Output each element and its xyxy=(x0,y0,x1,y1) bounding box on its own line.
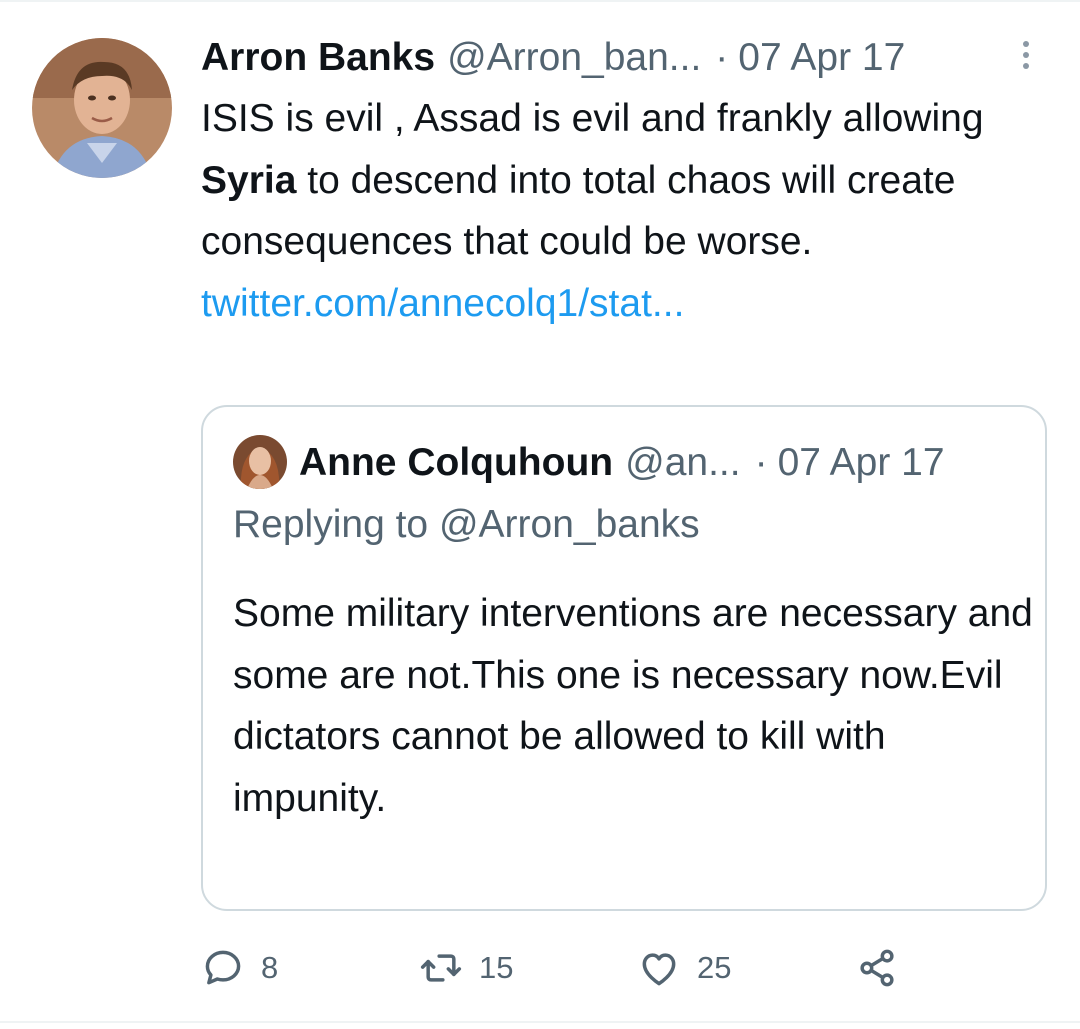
more-vertical-icon[interactable] xyxy=(1014,38,1038,78)
reply-button[interactable]: 8 xyxy=(201,940,278,996)
tweet-actions: 8 15 25 xyxy=(201,940,1001,996)
retweet-arrows-icon xyxy=(420,954,462,982)
quoted-tweet-text: Some military interventions are necessar… xyxy=(233,592,1033,820)
like-button[interactable]: 25 xyxy=(637,940,731,996)
speech-bubble-icon xyxy=(205,950,241,985)
quoted-tweet-header: Anne Colquhoun @an... · 07 Apr 17 xyxy=(299,435,1039,491)
quoted-replying-to: Replying to @Arron_banks xyxy=(233,503,700,546)
author-handle[interactable]: @Arron_ban... xyxy=(447,36,701,80)
quoted-tweet-date: 07 Apr 17 xyxy=(777,441,945,484)
quoted-author-handle: @an... xyxy=(625,441,741,484)
share-button[interactable] xyxy=(855,940,899,996)
retweet-count: 15 xyxy=(479,950,514,985)
tweet-date[interactable]: 07 Apr 17 xyxy=(738,36,905,80)
tweet-text: ISIS is evil , Assad is evil and frankly… xyxy=(201,88,1041,334)
quoted-header-separator: · xyxy=(754,441,768,484)
tweet-header: Arron Banks @Arron_ban... · 07 Apr 17 xyxy=(201,30,1021,86)
tweet-text-part2: to descend into total chaos will create … xyxy=(201,158,956,264)
tweet-link[interactable]: twitter.com/annecolq1/stat... xyxy=(201,282,684,325)
like-count: 25 xyxy=(697,950,732,985)
tweet-text-part1: ISIS is evil , Assad is evil and frankly… xyxy=(201,97,984,140)
retweet-button[interactable]: 15 xyxy=(419,940,513,996)
bottom-divider xyxy=(0,1021,1080,1023)
top-divider xyxy=(0,0,1080,2)
author-avatar-image xyxy=(32,38,172,178)
quoted-author-name: Anne Colquhoun xyxy=(299,441,614,484)
reply-count: 8 xyxy=(261,950,279,985)
share-nodes-icon xyxy=(860,949,894,987)
header-separator: · xyxy=(715,36,729,79)
quoted-author-avatar-image xyxy=(233,435,287,489)
author-name[interactable]: Arron Banks xyxy=(201,36,435,80)
heart-icon xyxy=(642,953,676,986)
tweet-text-bold: Syria xyxy=(201,158,297,202)
author-avatar[interactable] xyxy=(32,38,172,178)
quoted-tweet-card[interactable]: Anne Colquhoun @an... · 07 Apr 17 Replyi… xyxy=(201,405,1047,911)
quoted-author-avatar xyxy=(233,435,287,489)
